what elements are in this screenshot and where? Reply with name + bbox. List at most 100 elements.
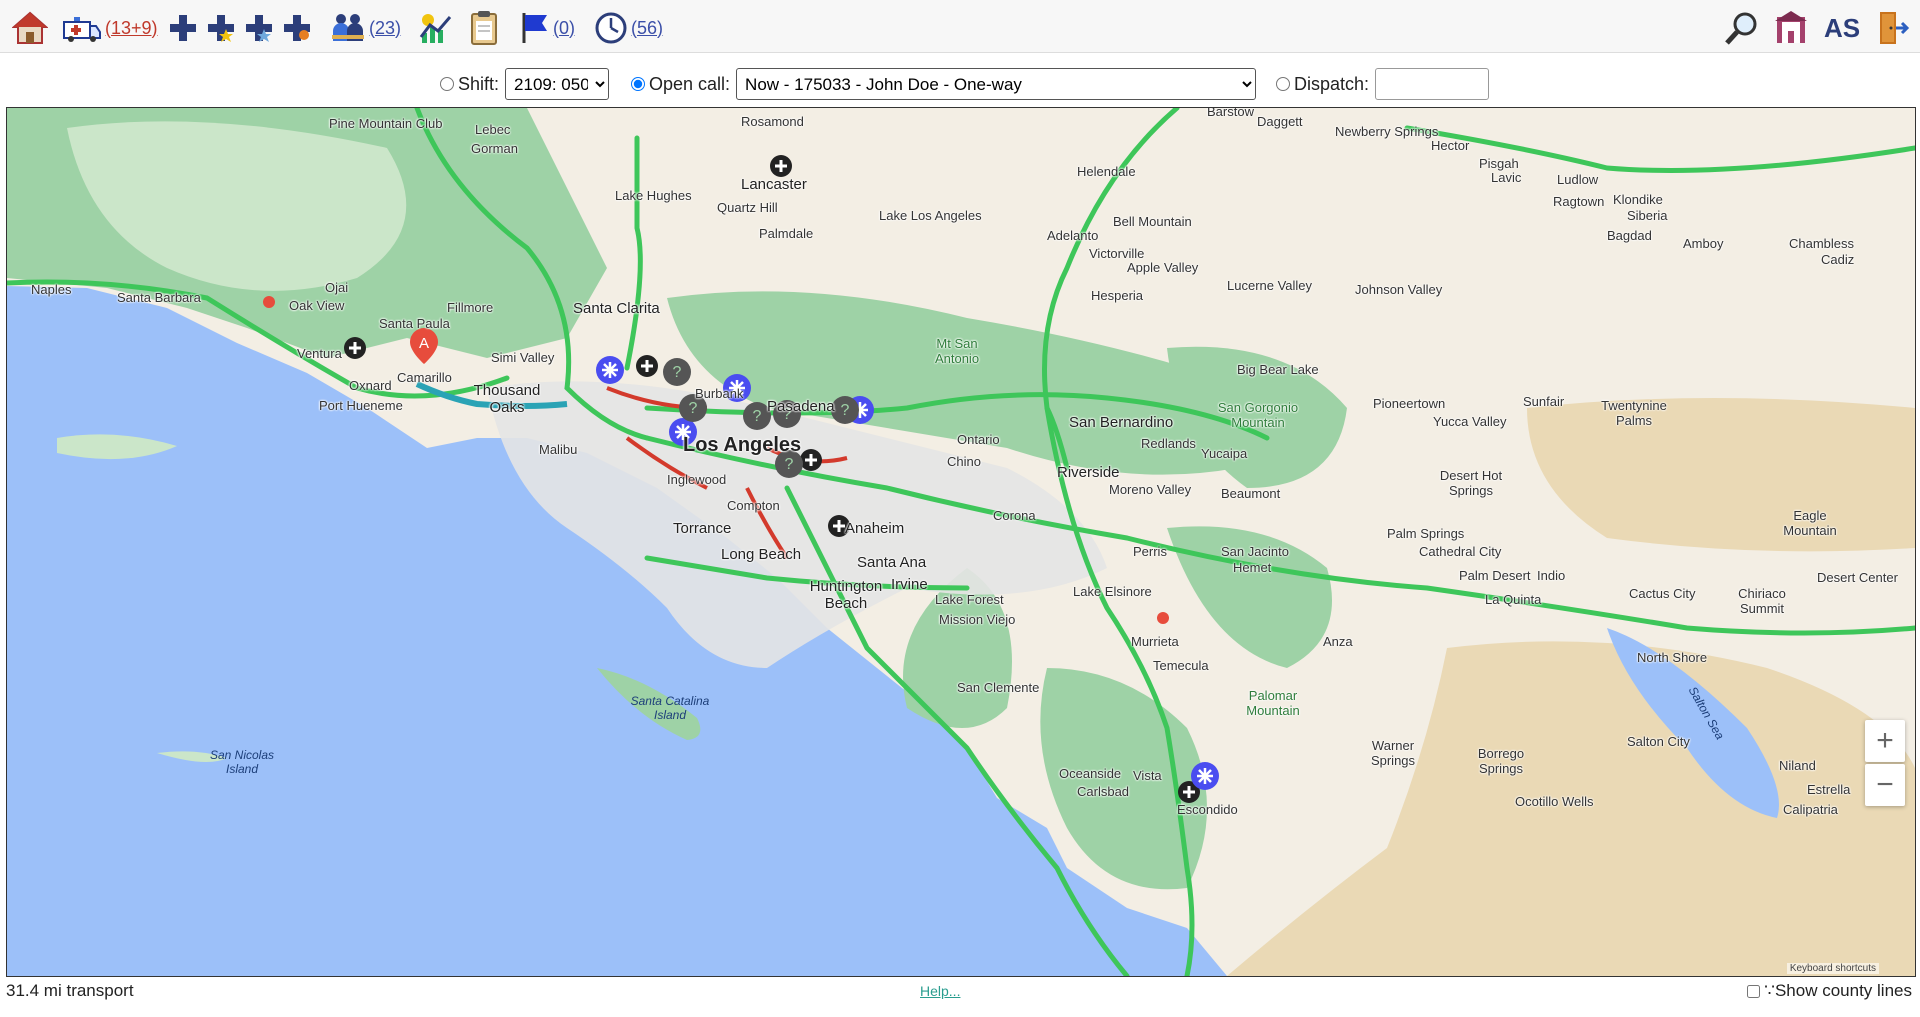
map-label: Santa Catalina Island — [630, 694, 710, 722]
map-label: San Bernardino — [1069, 414, 1174, 431]
footer: 31.4 mi transport Help... ∵Show county l… — [0, 975, 1920, 1017]
map-label: Simi Valley — [491, 350, 555, 365]
reports-button[interactable] — [418, 8, 452, 48]
clock-button[interactable]: (56) — [594, 8, 663, 48]
toolbar: (13+9) (23) (0) (56) AS — [0, 0, 1920, 53]
dispatch-label: Dispatch: — [1294, 73, 1370, 94]
map-label: Riverside — [1057, 464, 1120, 481]
map-view[interactable]: A ? ? ? ? ? ? Pine Mountain Club Lebec G… — [6, 107, 1916, 977]
facility-button[interactable] — [1774, 8, 1808, 48]
ambulances-button[interactable]: (13+9) — [62, 8, 158, 48]
map-label: Lake Elsinore — [1073, 584, 1152, 599]
county-lines-checkbox[interactable] — [1747, 984, 1761, 998]
controls-bar: Shift: 2109: 050 Open call: Now - 175033… — [0, 60, 1920, 104]
logout-button[interactable] — [1876, 8, 1910, 48]
map-label: Twentynine Palms — [1601, 398, 1667, 428]
map-label: Long Beach — [721, 546, 802, 563]
map-label: Cadiz — [1821, 252, 1855, 267]
ambulance-count[interactable]: (13+9) — [105, 18, 158, 39]
shift-select[interactable]: 2109: 050 — [505, 68, 610, 100]
user-initials[interactable]: AS — [1824, 8, 1860, 48]
medical-cross-blue-star-icon — [246, 15, 272, 42]
transport-distance: 31.4 mi transport — [6, 981, 134, 1000]
map-label: Santa Barbara — [117, 290, 201, 305]
search-button[interactable] — [1724, 8, 1760, 48]
map-label: Moreno Valley — [1109, 482, 1192, 497]
svg-text:?: ? — [753, 408, 762, 425]
home-button[interactable] — [12, 8, 48, 48]
map-label: Victorville — [1089, 246, 1145, 261]
help-link[interactable]: Help... — [920, 983, 960, 999]
map-label: Bell Mountain — [1113, 214, 1192, 229]
svg-text:?: ? — [785, 456, 794, 473]
map-label: Santa Ana — [857, 554, 927, 571]
map-label: Pasadena — [767, 398, 835, 415]
map-label: Redlands — [1141, 436, 1196, 451]
medical-cross-icon — [170, 15, 196, 41]
unit-pin[interactable] — [596, 356, 624, 384]
map-label: Fillmore — [447, 300, 494, 315]
flag-count[interactable]: (0) — [553, 18, 575, 39]
county-lines-toggle[interactable]: ∵Show county lines — [1747, 981, 1912, 1001]
dispatch-control: Dispatch: — [1276, 68, 1490, 100]
map-label: Cactus City — [1629, 586, 1696, 601]
cross-button-3[interactable] — [244, 8, 274, 48]
map-label: Ontario — [957, 432, 1000, 447]
zoom-out-button[interactable]: − — [1865, 764, 1905, 806]
dispatch-radio[interactable] — [1276, 77, 1290, 91]
crew-count[interactable]: (23) — [369, 18, 401, 39]
map-label: Inglewood — [667, 472, 727, 487]
medical-cross-star-icon — [208, 15, 234, 42]
unknown-pin[interactable]: ? — [831, 396, 859, 424]
map-label: Carlsbad — [1077, 784, 1130, 799]
crews-button[interactable]: (23) — [330, 8, 401, 48]
map-label: Salton City — [1627, 734, 1690, 749]
map-label: Eagle Mountain — [1783, 508, 1837, 538]
map-label: Newberry Springs — [1335, 124, 1439, 139]
map-label: Ojai — [325, 280, 349, 295]
dispatch-input[interactable] — [1375, 68, 1490, 100]
map-label: Irvine — [891, 576, 928, 593]
unit-pin[interactable] — [1191, 762, 1219, 790]
map-label: Barstow — [1207, 107, 1254, 119]
hospital-pin[interactable] — [800, 449, 822, 471]
map-label: Chambless — [1789, 236, 1855, 251]
map-label: Adelanto — [1047, 228, 1099, 243]
hospital-pin[interactable] — [770, 155, 792, 177]
cross-button-4[interactable] — [282, 8, 312, 48]
map-label: Lake Hughes — [615, 188, 692, 203]
open-call-label: Open call: — [649, 73, 731, 94]
cross-button-2[interactable] — [206, 8, 236, 48]
flags-button[interactable]: (0) — [520, 8, 575, 48]
map-label: Naples — [31, 282, 72, 297]
open-call-select[interactable]: Now - 175033 - John Doe - One-way — [736, 68, 1257, 100]
anacapa-island — [57, 434, 177, 460]
shift-label: Shift: — [458, 73, 500, 94]
search-icon — [1725, 12, 1757, 45]
incident-marker[interactable] — [1157, 612, 1169, 624]
map-label: Palm Springs — [1387, 526, 1465, 541]
hospital-pin[interactable] — [636, 355, 658, 377]
open-call-radio[interactable] — [631, 77, 645, 91]
map-label: Los Angeles — [683, 434, 802, 456]
clipboard-button[interactable] — [470, 8, 498, 48]
cross-button-1[interactable] — [168, 8, 198, 48]
keyboard-shortcuts-link[interactable]: Keyboard shortcuts — [1786, 963, 1879, 974]
map-label: Calipatria — [1783, 802, 1838, 817]
clock-icon — [595, 12, 627, 44]
map-label: Beaumont — [1221, 486, 1281, 501]
map-label: Gorman — [471, 141, 518, 156]
zoom-in-button[interactable]: + — [1865, 720, 1905, 762]
clock-count[interactable]: (56) — [631, 18, 663, 39]
map-label: San Gorgonio Mountain — [1217, 400, 1299, 430]
incident-marker[interactable] — [263, 296, 275, 308]
map-label: Escondido — [1177, 802, 1238, 817]
map-label: Palomar Mountain — [1246, 688, 1300, 718]
hospital-pin[interactable] — [344, 337, 366, 359]
unknown-pin[interactable]: ? — [663, 358, 691, 386]
map-label: Big Bear Lake — [1237, 362, 1319, 377]
map-label: Vista — [1133, 768, 1162, 783]
ambulance-icon — [63, 17, 101, 42]
shift-radio[interactable] — [440, 77, 454, 91]
map-label: Apple Valley — [1127, 260, 1199, 275]
